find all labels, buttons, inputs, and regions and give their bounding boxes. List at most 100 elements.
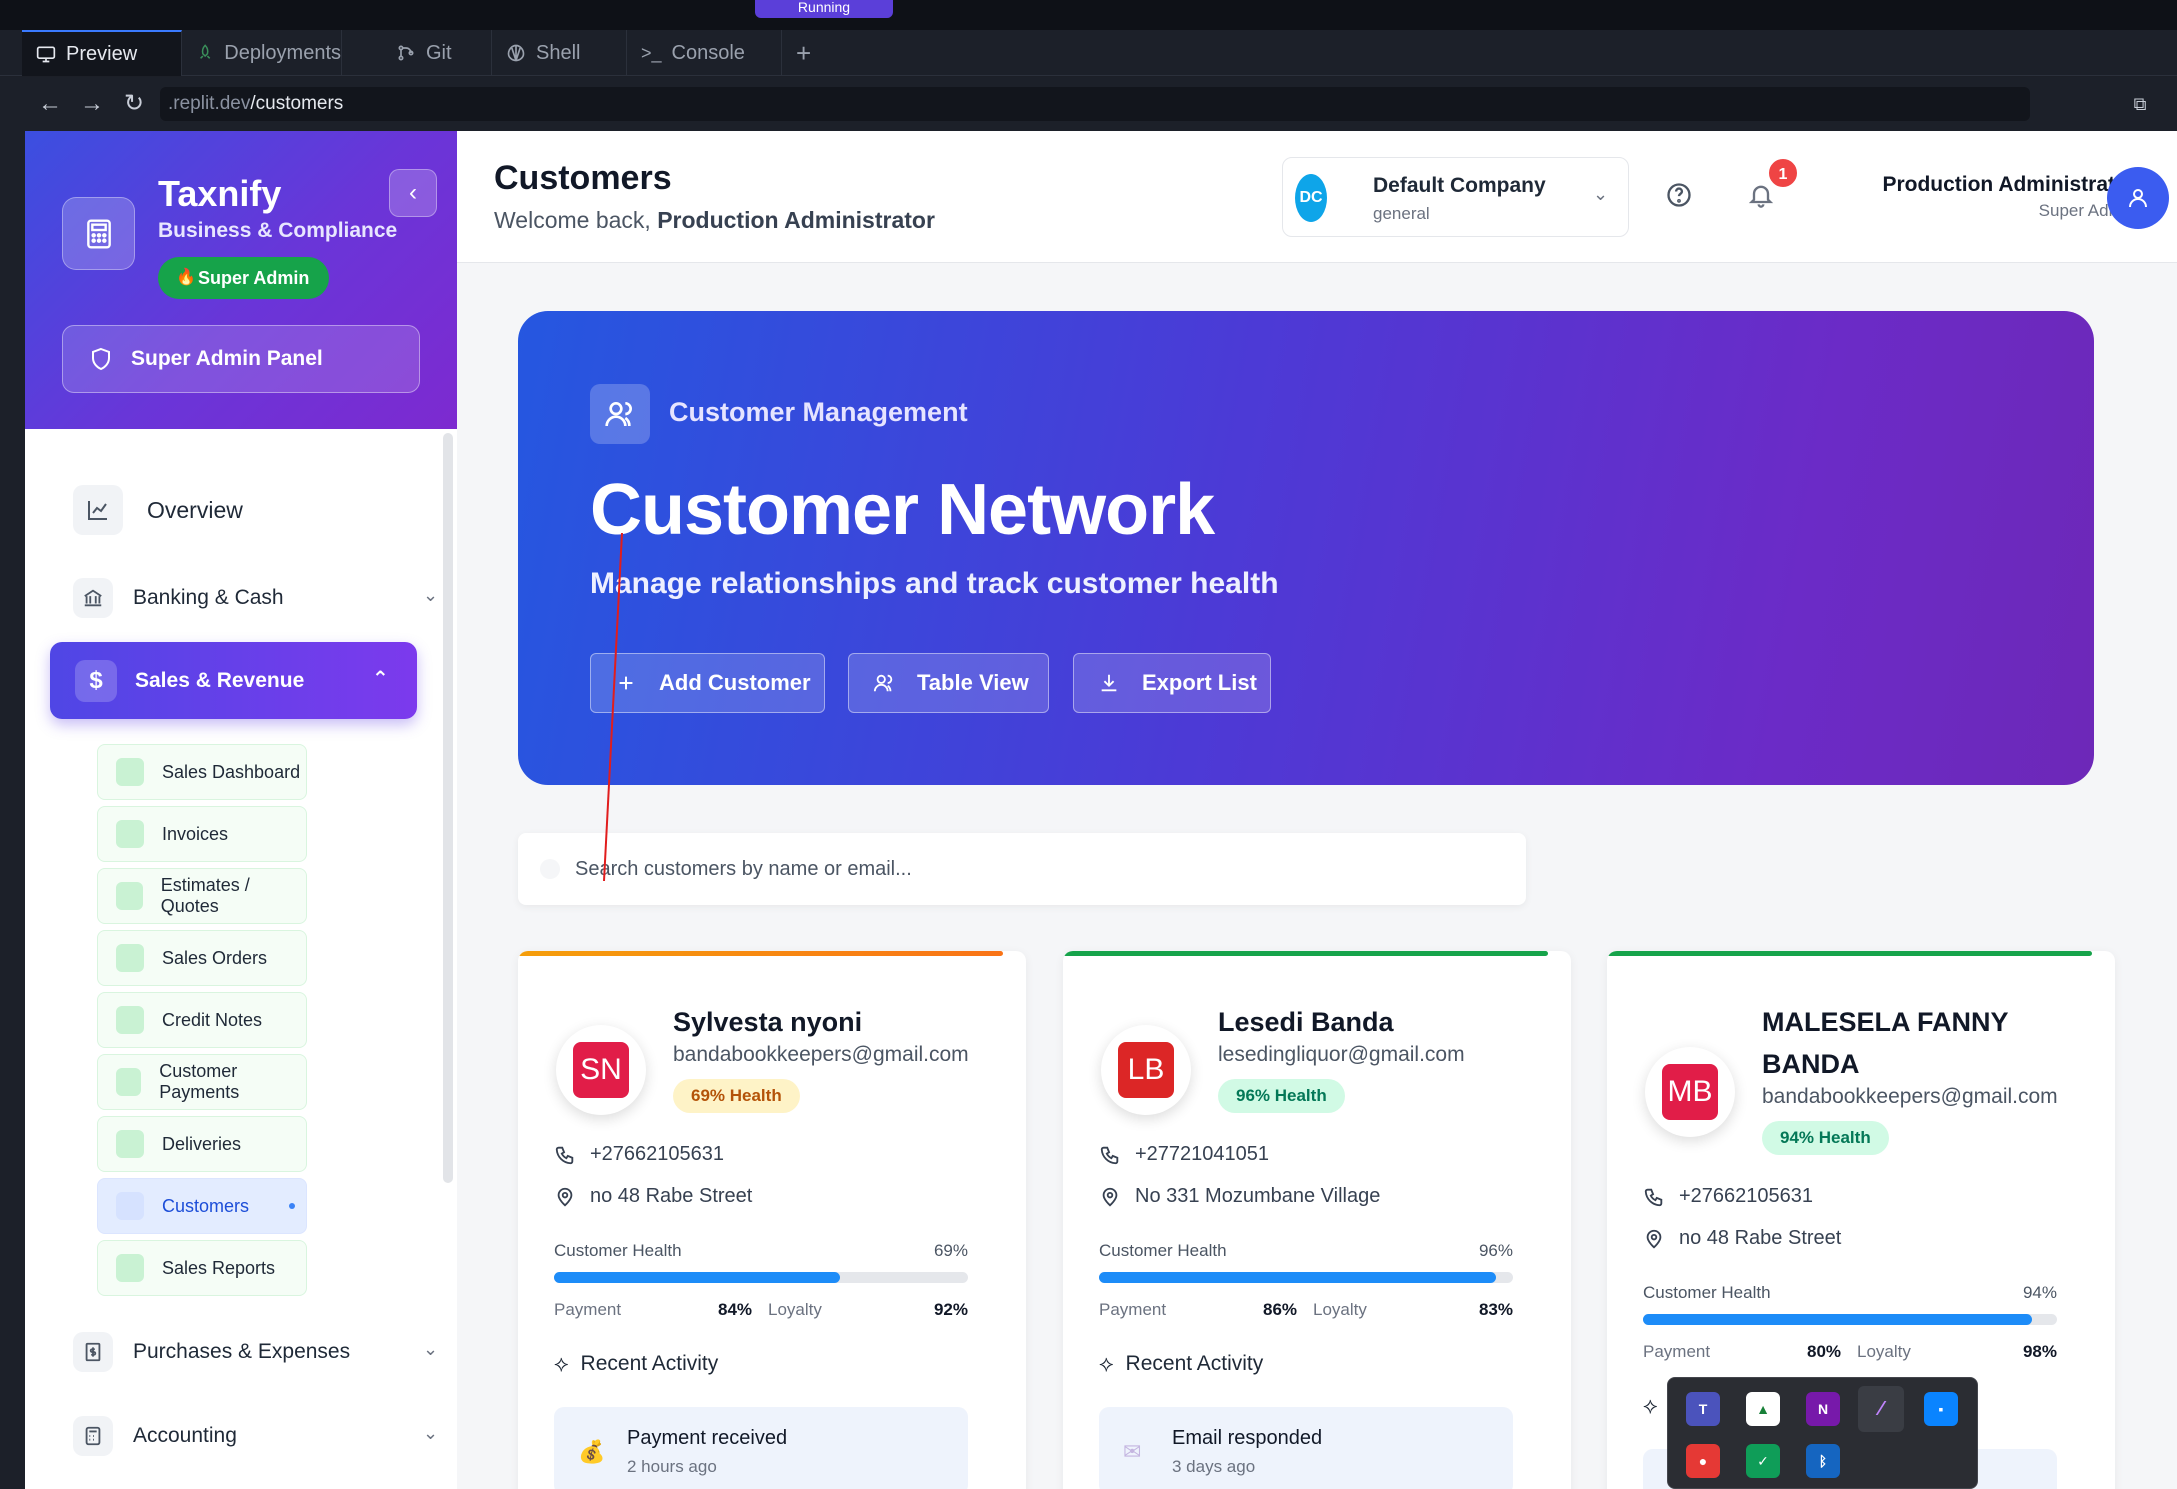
sidebar-item-label: Sales & Revenue	[135, 668, 305, 692]
tab-git[interactable]: Git	[382, 30, 492, 76]
forward-arrow-icon[interactable]: →	[77, 89, 107, 119]
activity-item[interactable]: 💰 Payment received 2 hours ago	[554, 1407, 968, 1489]
brand-name: Taxnify	[158, 173, 282, 214]
sub-item-label: Sales Orders	[162, 947, 268, 968]
customer-phone: +27662105631	[1679, 1185, 1814, 1207]
add-tab-button[interactable]: +	[782, 30, 842, 76]
sidebar-scrollbar[interactable]	[443, 433, 453, 1183]
health-bar	[1099, 1272, 1513, 1283]
customer-health-label: Customer Health	[1643, 1283, 1771, 1302]
sub-item-deliveries[interactable]: Deliveries	[97, 1116, 307, 1172]
tab-preview[interactable]: Preview	[22, 30, 182, 76]
search-input[interactable]	[575, 833, 1475, 905]
super-admin-panel-button[interactable]: Super Admin Panel	[62, 325, 420, 393]
money-bag-icon: 💰	[578, 1439, 606, 1464]
dollar-icon: $	[75, 659, 117, 702]
customer-health-label: Customer Health	[1099, 1241, 1227, 1260]
sub-item-invoices[interactable]: Invoices	[97, 806, 307, 862]
sidebar-item-purchases[interactable]: Purchases & Expenses ⌄	[73, 1325, 438, 1379]
bank-icon	[73, 578, 113, 618]
welcome-name: Production Administrator	[657, 207, 935, 233]
payment-label: Payment	[1099, 1300, 1167, 1319]
feather-icon[interactable]: ⁄	[1858, 1386, 1904, 1432]
sub-item-label: Sales Dashboard	[162, 761, 301, 782]
run-status-pill[interactable]: Running	[755, 0, 893, 18]
sub-item-sales-reports[interactable]: Sales Reports	[97, 1240, 307, 1296]
sub-item-label: Invoices	[162, 823, 229, 844]
sub-item-credit-notes[interactable]: Credit Notes	[97, 992, 307, 1048]
sidebar-item-banking[interactable]: Banking & Cash ⌄	[73, 571, 438, 625]
hero-banner: Customer Management Customer Network Man…	[518, 311, 2094, 785]
sub-item-sales-dashboard[interactable]: Sales Dashboard	[97, 744, 307, 800]
activity-pulse-icon: ⟡	[554, 1351, 569, 1376]
sub-item-icon	[116, 1254, 144, 1282]
sub-item-sales-orders[interactable]: Sales Orders	[97, 930, 307, 986]
teams-icon[interactable]: T	[1686, 1392, 1720, 1426]
active-dot	[289, 1203, 295, 1209]
tab-label: Console	[671, 41, 745, 64]
sub-item-customer-payments[interactable]: Customer Payments	[97, 1054, 307, 1110]
payment-value: 86%	[1263, 1300, 1298, 1319]
sidebar-header: Taxnify Business & Compliance 🔥 Super Adm…	[25, 131, 457, 429]
back-arrow-icon[interactable]: ←	[35, 89, 65, 119]
export-list-button[interactable]: Export List	[1073, 653, 1271, 713]
customer-card[interactable]: LB Lesedi Banda lesedingliquor@gmail.com…	[1063, 951, 1571, 1489]
tab-label: Git	[426, 41, 452, 64]
map-pin-icon	[557, 1187, 573, 1206]
role-badge: 🔥 Super Admin	[158, 257, 330, 299]
defender-icon[interactable]: ✓	[1746, 1444, 1780, 1478]
table-view-button[interactable]: Table View	[848, 653, 1049, 713]
sub-item-icon	[116, 944, 144, 972]
tab-label: Shell	[536, 41, 581, 64]
customer-card[interactable]: SN Sylvesta nyoni bandabookkeepers@gmail…	[518, 951, 1026, 1489]
brand-subtitle: Business & Compliance	[158, 219, 398, 242]
collapse-sidebar-button[interactable]: ‹	[389, 169, 437, 217]
store-icon[interactable]: ▪	[1924, 1392, 1958, 1426]
recorder-icon[interactable]: ●	[1686, 1444, 1720, 1478]
terminal-icon: >_	[641, 42, 662, 63]
tab-deployments[interactable]: Deployments	[182, 30, 342, 76]
sub-item-estimates[interactable]: Estimates / Quotes	[97, 868, 307, 924]
phone-row: +27662105631	[1643, 1185, 1813, 1208]
activity-pulse-icon: ⟡	[1099, 1351, 1114, 1376]
avatar[interactable]	[2107, 167, 2169, 229]
tab-console[interactable]: >_ Console	[627, 30, 782, 76]
company-selector[interactable]: DC Default Company general ⌄	[1282, 157, 1629, 237]
reload-icon[interactable]: ↻	[119, 89, 149, 119]
sidebar-item-sales[interactable]: $ Sales & Revenue ⌃	[50, 642, 417, 719]
sidebar-item-accounting[interactable]: Accounting ⌄	[73, 1409, 438, 1463]
recent-activity-label: Recent Activity	[1125, 1352, 1264, 1375]
url-field[interactable]: .replit.dev/customers	[160, 87, 2030, 121]
drive-icon[interactable]: ▲	[1746, 1392, 1780, 1426]
loyalty-label: Loyalty	[1313, 1300, 1367, 1319]
user-info[interactable]: Production Administrator Super Admin	[1717, 173, 2137, 221]
sub-item-customers[interactable]: Customers	[97, 1178, 307, 1234]
bluetooth-icon[interactable]: ᛒ	[1806, 1444, 1840, 1478]
help-icon[interactable]	[1665, 181, 1693, 209]
chevron-up-icon: ⌃	[372, 668, 389, 690]
avatar-initials: LB	[1118, 1042, 1174, 1098]
button-label: Table View	[917, 670, 1029, 695]
onenote-icon[interactable]: N	[1806, 1392, 1840, 1426]
company-name: Default Company	[1373, 174, 1546, 197]
customer-health-pct: 96%	[1478, 1241, 1513, 1260]
add-customer-button[interactable]: Add Customer	[590, 653, 825, 713]
activity-item[interactable]: ✉ Email responded 3 days ago	[1099, 1407, 1513, 1489]
sidebar-item-overview[interactable]: Overview	[73, 483, 243, 537]
customer-phone: +27662105631	[590, 1143, 725, 1165]
system-tray-popup: T ▲ N ⁄ ▪ ● ✓ ᛒ	[1667, 1377, 1978, 1489]
chart-line-icon	[73, 485, 123, 535]
address-row: no 48 Rabe Street	[554, 1185, 752, 1208]
tab-shell[interactable]: Shell	[492, 30, 627, 76]
avatar-initials: MB	[1662, 1064, 1718, 1120]
customer-name: Sylvesta nyoni	[673, 1007, 863, 1037]
customer-address: no 48 Rabe Street	[590, 1185, 753, 1207]
avatar-initials: SN	[573, 1042, 629, 1098]
welcome-text: Welcome back, Production Administrator	[494, 207, 935, 234]
devices-icon[interactable]: ⧉	[2125, 89, 2155, 119]
hero-subtitle: Manage relationships and track customer …	[590, 567, 1279, 600]
sub-item-icon	[116, 758, 144, 786]
activity-time: 3 days ago	[1172, 1457, 1256, 1476]
avatar: MB	[1645, 1047, 1735, 1137]
phone-icon	[1644, 1188, 1663, 1206]
